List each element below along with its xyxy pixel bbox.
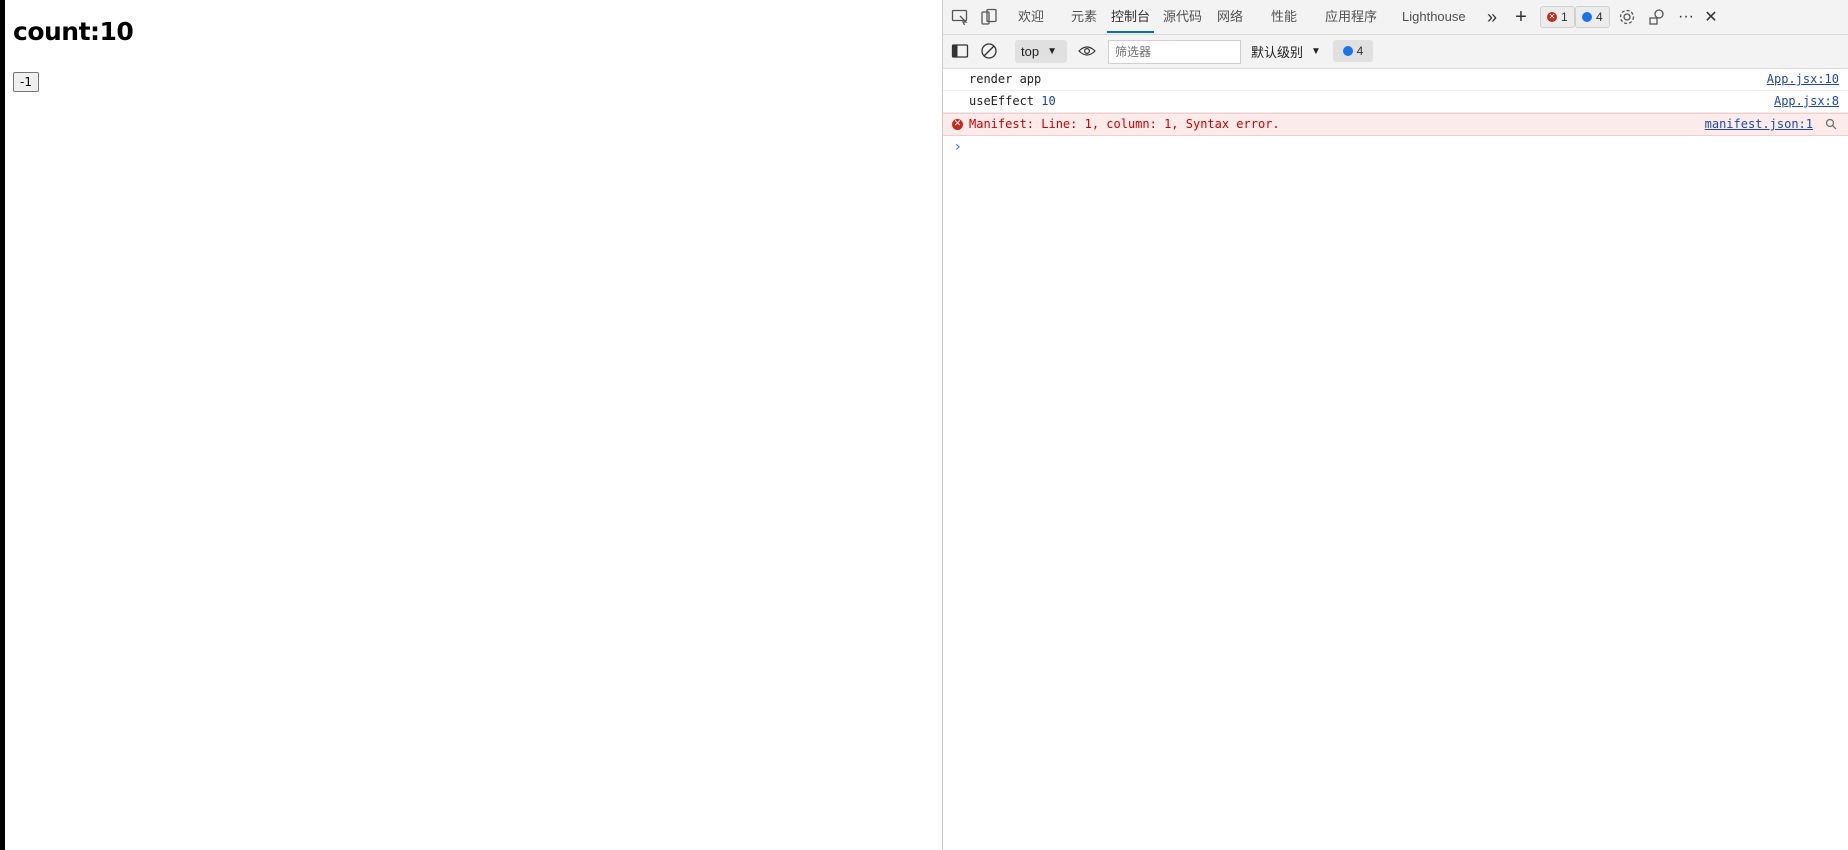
console-row: useEffect 10 App.jsx:8 xyxy=(943,91,1848,113)
decrement-button[interactable]: -1 xyxy=(13,72,39,92)
tab-elements[interactable]: 元素 xyxy=(1067,0,1101,34)
eye-icon[interactable] xyxy=(1076,40,1098,62)
source-link[interactable]: manifest.json:1 xyxy=(1705,114,1813,135)
message-count-badge[interactable]: 4 xyxy=(1575,6,1610,28)
console-toolbar: top ▼ 默认级别 ▼ 4 xyxy=(943,35,1848,69)
source-link[interactable]: App.jsx:10 xyxy=(1767,69,1839,90)
count-heading: count:10 xyxy=(13,17,134,46)
prompt-chevron-icon: › xyxy=(955,139,961,155)
console-row: render app App.jsx:10 xyxy=(943,69,1848,91)
message-icon xyxy=(1582,12,1592,22)
filter-input[interactable] xyxy=(1108,40,1241,64)
source-link[interactable]: App.jsx:8 xyxy=(1774,91,1839,112)
logged-value: 10 xyxy=(1041,94,1056,108)
more-options-icon[interactable]: ··· xyxy=(1675,6,1697,28)
console-message: render app xyxy=(969,72,1042,86)
tab-lighthouse[interactable]: Lighthouse xyxy=(1398,0,1470,34)
customize-icon[interactable] xyxy=(1646,6,1668,28)
chevron-down-icon: ▼ xyxy=(1047,46,1057,57)
console-prompt[interactable]: › xyxy=(943,136,1848,160)
app-page: count:10 -1 xyxy=(5,0,942,850)
inspect-element-icon[interactable] xyxy=(949,6,971,28)
close-icon[interactable]: ✕ xyxy=(1700,6,1722,28)
console-message: Manifest: Line: 1, column: 1, Syntax err… xyxy=(969,117,1280,131)
clear-console-icon[interactable] xyxy=(978,40,1000,62)
tab-performance[interactable]: 性能 xyxy=(1267,0,1301,34)
error-count-badge[interactable]: ✕ 1 xyxy=(1540,6,1575,28)
more-tabs-icon[interactable]: » xyxy=(1481,6,1503,28)
gear-icon[interactable] xyxy=(1616,6,1638,28)
error-icon: ✕ xyxy=(1547,12,1557,22)
error-icon: ✕ xyxy=(952,119,963,130)
tab-network[interactable]: 网络 xyxy=(1213,0,1247,34)
context-selector[interactable]: top ▼ xyxy=(1015,40,1067,63)
tab-console[interactable]: 控制台 xyxy=(1107,0,1155,34)
devtools-panel: 欢迎 元素 控制台 源代码 网络 性能 应用程序 Lighthouse » + … xyxy=(942,0,1848,850)
sidebar-toggle-icon[interactable] xyxy=(949,40,971,62)
log-level-selector[interactable]: 默认级别 ▼ xyxy=(1251,40,1321,63)
devtools-tabbar: 欢迎 元素 控制台 源代码 网络 性能 应用程序 Lighthouse » + … xyxy=(943,0,1848,35)
console-output: render app App.jsx:10 useEffect 10 App.j… xyxy=(943,69,1848,160)
tab-sources[interactable]: 源代码 xyxy=(1159,0,1206,34)
tab-welcome[interactable]: 欢迎 xyxy=(1014,0,1048,34)
chevron-down-icon: ▼ xyxy=(1311,46,1321,57)
message-icon xyxy=(1342,46,1353,56)
issues-badge[interactable]: 4 xyxy=(1333,40,1373,62)
console-message: useEffect 10 xyxy=(969,94,1056,108)
tab-application[interactable]: 应用程序 xyxy=(1321,0,1381,34)
device-emulation-icon[interactable] xyxy=(978,6,1000,28)
console-error-row: ✕ Manifest: Line: 1, column: 1, Syntax e… xyxy=(943,113,1848,136)
add-tab-icon[interactable]: + xyxy=(1510,6,1532,28)
search-icon[interactable] xyxy=(1825,116,1837,137)
